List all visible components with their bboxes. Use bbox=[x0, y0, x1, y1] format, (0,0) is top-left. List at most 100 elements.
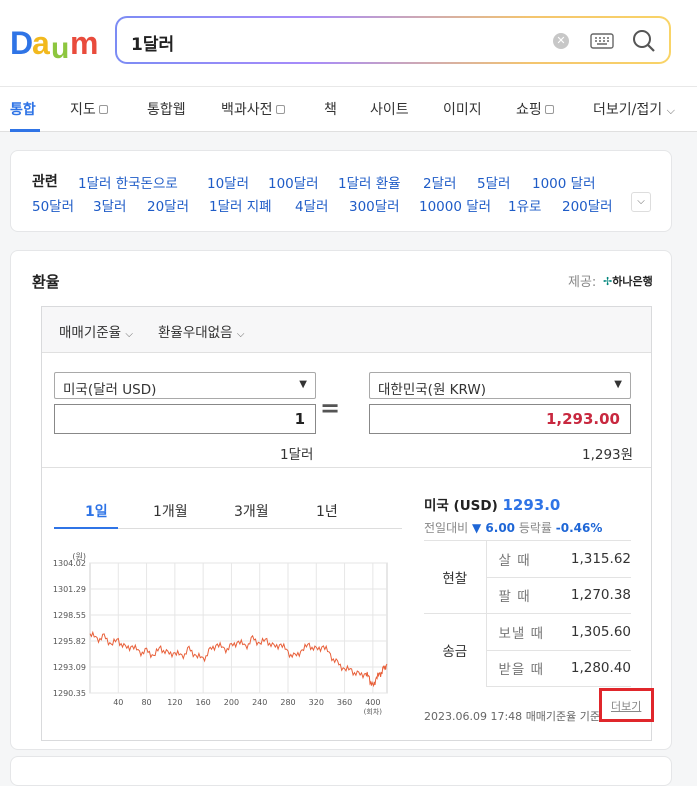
fx-title: 환율 bbox=[32, 273, 60, 291]
clear-icon[interactable]: ✕ bbox=[553, 33, 569, 49]
rate-type-dropdown[interactable]: 매매기준율 ⌵ bbox=[59, 321, 133, 341]
x-tick-label: 200 bbox=[224, 698, 239, 707]
rate-summary: 미국 (USD) 1293.0 bbox=[424, 496, 561, 514]
to-unit-text: 1,293원 bbox=[582, 447, 634, 463]
search-box[interactable]: 1달러 ✕ bbox=[115, 16, 671, 64]
buy-value: 1,315.62 bbox=[566, 540, 631, 577]
hana-bank-logo[interactable]: ✢하나은행 bbox=[603, 273, 653, 289]
y-tick-label: 1290.35 bbox=[53, 689, 86, 698]
active-period-indicator bbox=[54, 527, 118, 529]
buy-label: 살 때 bbox=[486, 540, 566, 577]
related-link[interactable]: 300달러 bbox=[349, 195, 400, 215]
search-tabs: 통합 지도 통합웹 백과사전 책 사이트 이미지 쇼핑 더보기/접기 ⌵ bbox=[0, 86, 697, 132]
tab-integrated[interactable]: 통합 bbox=[10, 99, 36, 119]
y-tick-label: 1295.82 bbox=[53, 637, 86, 646]
more-button[interactable]: 더보기 bbox=[599, 688, 654, 722]
remit-label: 송금 bbox=[424, 613, 487, 687]
y-tick-label: 1293.09 bbox=[53, 663, 86, 672]
active-tab-indicator bbox=[10, 129, 40, 132]
sell-value: 1,270.38 bbox=[566, 576, 631, 614]
discount-dropdown[interactable]: 환율우대없음 ⌵ bbox=[158, 321, 244, 341]
window-icon bbox=[275, 105, 285, 114]
tab-image[interactable]: 이미지 bbox=[443, 99, 482, 119]
x-tick-label: 320 bbox=[309, 698, 324, 707]
rate-change: 전일대비 ▼ 6.00 등락률 -0.46% bbox=[424, 521, 603, 535]
y-axis-label: (원) bbox=[72, 552, 86, 561]
exchange-rate-card: 환율 제공: ✢하나은행 매매기준율 ⌵ 환율우대없음 ⌵ 미국(달러 USD)… bbox=[10, 250, 672, 750]
related-link[interactable]: 10000 달러 bbox=[419, 195, 491, 215]
converter-panel: 매매기준율 ⌵ 환율우대없음 ⌵ 미국(달러 USD) ▼ 대한민국(원 KRW)… bbox=[41, 306, 654, 741]
y-tick-label: 1298.55 bbox=[53, 611, 86, 620]
related-link[interactable]: 1달러 지폐 bbox=[209, 195, 272, 215]
svg-text:a: a bbox=[32, 25, 50, 61]
send-value: 1,305.60 bbox=[566, 613, 631, 650]
related-link[interactable]: 200달러 bbox=[562, 195, 613, 215]
tab-map[interactable]: 지도 bbox=[70, 99, 108, 119]
window-icon bbox=[544, 105, 554, 114]
search-icon[interactable] bbox=[631, 28, 657, 54]
x-tick-label: 40 bbox=[113, 698, 123, 707]
chevron-down-icon: ⌵ bbox=[125, 329, 133, 340]
keyboard-icon[interactable] bbox=[590, 32, 614, 50]
related-link[interactable]: 1000 달러 bbox=[532, 172, 596, 192]
svg-text:D: D bbox=[10, 25, 33, 61]
related-link[interactable]: 2달러 bbox=[423, 172, 456, 192]
daum-logo[interactable]: D a u m bbox=[10, 25, 100, 61]
related-link[interactable]: 10달러 bbox=[207, 172, 249, 192]
x-tick-label: 360 bbox=[337, 698, 352, 707]
period-tab-1m[interactable]: 1개월 bbox=[153, 501, 188, 521]
header: D a u m 1달러 ✕ bbox=[0, 0, 697, 86]
period-tab-1d[interactable]: 1일 bbox=[85, 501, 108, 521]
tab-encyclopedia[interactable]: 백과사전 bbox=[221, 99, 285, 119]
related-link[interactable]: 1달러 환율 bbox=[338, 172, 401, 192]
related-link[interactable]: 3달러 bbox=[93, 195, 126, 215]
related-link[interactable]: 50달러 bbox=[32, 195, 74, 215]
period-tab-1y[interactable]: 1년 bbox=[316, 501, 338, 521]
tab-shopping[interactable]: 쇼핑 bbox=[516, 99, 554, 119]
equals-icon: = bbox=[320, 394, 341, 422]
tab-web[interactable]: 통합웹 bbox=[147, 99, 186, 119]
to-currency-select[interactable]: 대한민국(원 KRW) ▼ bbox=[369, 372, 631, 399]
rate-detail-area: 1일 1개월 3개월 1년 1304.02 1301.29 1298.55 1295.… bbox=[42, 467, 654, 740]
chevron-down-icon: ⌵ bbox=[637, 196, 645, 207]
y-tick-label: 1301.29 bbox=[53, 585, 86, 594]
sell-label: 팔 때 bbox=[486, 576, 566, 614]
svg-text:u: u bbox=[51, 32, 69, 61]
dropdown-arrow-icon: ▼ bbox=[299, 379, 307, 390]
svg-text:m: m bbox=[70, 25, 98, 61]
table-row: 송금 보낼 때 1,305.60 bbox=[424, 613, 631, 687]
period-tab-3m[interactable]: 3개월 bbox=[234, 501, 269, 521]
related-link[interactable]: 1유로 bbox=[508, 195, 541, 215]
related-link[interactable]: 100달러 bbox=[268, 172, 319, 192]
table-row: 현찰 살 때 1,315.62 bbox=[424, 540, 631, 614]
chevron-down-icon: ⌵ bbox=[666, 104, 675, 117]
related-link[interactable]: 5달러 bbox=[477, 172, 510, 192]
related-link[interactable]: 1달러 한국돈으로 bbox=[78, 172, 178, 192]
expand-related-button[interactable]: ⌵ bbox=[631, 192, 651, 212]
x-tick-label: 80 bbox=[141, 698, 151, 707]
chevron-down-icon: ⌵ bbox=[236, 329, 245, 340]
tab-book[interactable]: 책 bbox=[324, 99, 337, 119]
hana-icon: ✢ bbox=[603, 275, 613, 288]
dropdown-arrow-icon: ▼ bbox=[614, 379, 622, 390]
rate-timestamp: 2023.06.09 17:48 매매기준율 기준 bbox=[424, 710, 601, 723]
x-tick-label: 160 bbox=[196, 698, 211, 707]
x-tick-label: 240 bbox=[252, 698, 267, 707]
window-icon bbox=[98, 105, 108, 114]
related-title: 관련 bbox=[32, 174, 58, 190]
related-link[interactable]: 4달러 bbox=[295, 195, 328, 215]
converter-options: 매매기준율 ⌵ 환율우대없음 ⌵ bbox=[42, 307, 651, 353]
related-link[interactable]: 20달러 bbox=[147, 195, 189, 215]
x-tick-label: 120 bbox=[167, 698, 182, 707]
search-input[interactable]: 1달러 bbox=[131, 30, 174, 55]
from-amount-input[interactable]: 1 bbox=[54, 404, 316, 434]
from-unit-text: 1달러 bbox=[280, 447, 314, 463]
from-currency-select[interactable]: 미국(달러 USD) ▼ bbox=[54, 372, 316, 399]
tab-site[interactable]: 사이트 bbox=[370, 99, 409, 119]
tab-more[interactable]: 더보기/접기 ⌵ bbox=[593, 99, 675, 119]
x-tick-label: 400 bbox=[365, 698, 380, 707]
receive-label: 받을 때 bbox=[486, 649, 566, 687]
receive-value: 1,280.40 bbox=[566, 649, 631, 687]
x-axis-label: (회차) bbox=[364, 707, 383, 716]
to-amount-input[interactable]: 1,293.00 bbox=[369, 404, 631, 434]
